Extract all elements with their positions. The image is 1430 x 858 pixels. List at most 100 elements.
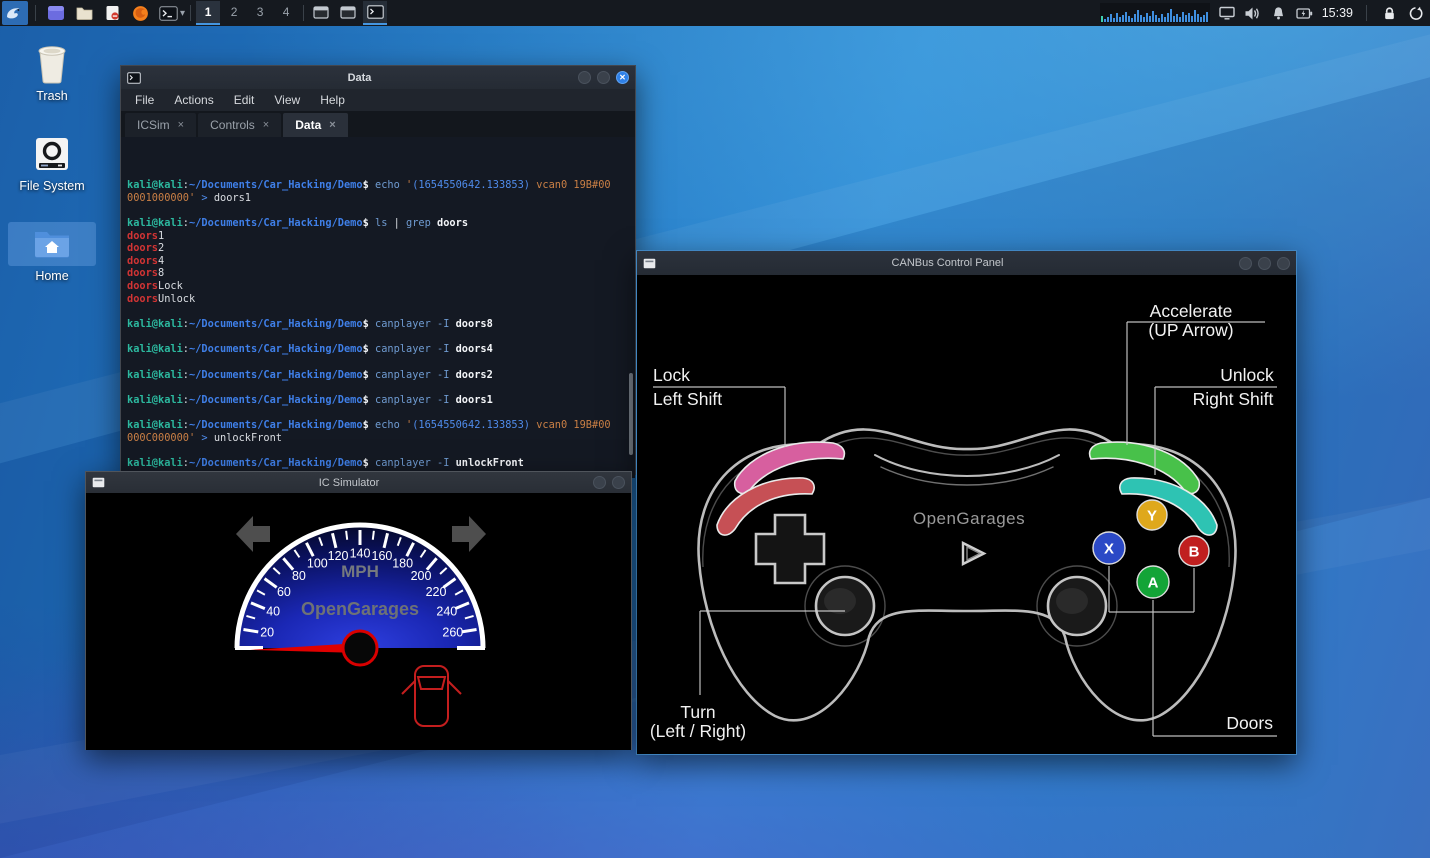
maximize-button[interactable]: [1258, 257, 1271, 270]
taskbar-terminal-button[interactable]: [363, 1, 387, 25]
menu-view[interactable]: View: [274, 93, 300, 107]
terminal-line: kali@kali:~/Documents/Car_Hacking/Demo$ …: [127, 394, 633, 407]
terminal-launcher[interactable]: [155, 1, 181, 25]
separator: [35, 5, 36, 21]
power-manager-battery-icon[interactable]: [1296, 4, 1314, 22]
tab-close-icon[interactable]: ×: [178, 119, 184, 131]
controller-illustration: OpenGarages Y X B A: [637, 275, 1296, 754]
icsim-titlebar[interactable]: IC Simulator: [86, 472, 631, 493]
launcher-area: ▾: [0, 1, 185, 25]
display-icon[interactable]: [1218, 4, 1236, 22]
canbus-brand-label: OpenGarages: [913, 509, 1025, 528]
firefox-icon: [132, 5, 149, 22]
terminal-line: [127, 356, 633, 369]
svg-text:200: 200: [411, 569, 432, 583]
label-left-shift: Left Shift: [653, 389, 722, 409]
workspace-2[interactable]: 2: [222, 1, 246, 25]
close-button[interactable]: ✕: [616, 71, 629, 84]
tab-close-icon[interactable]: ×: [263, 119, 269, 131]
gauge-brand-label: OpenGarages: [301, 599, 419, 619]
canbus-titlebar[interactable]: CANBus Control Panel: [637, 251, 1296, 275]
tab-label: ICSim: [137, 118, 170, 132]
workspace-1[interactable]: 1: [196, 1, 220, 25]
taskbar-window-button[interactable]: [336, 1, 360, 25]
minimize-button[interactable]: [593, 476, 606, 489]
terminal-line: 000C000000' > unlockFront: [127, 432, 633, 445]
app-window-icon: [47, 5, 65, 21]
label-turn: Turn: [680, 702, 715, 722]
svg-text:120: 120: [328, 549, 349, 563]
label-lock: Lock: [653, 365, 690, 385]
tab-data[interactable]: Data ×: [283, 113, 347, 137]
svg-text:60: 60: [277, 585, 291, 599]
terminal-line: kali@kali:~/Documents/Car_Hacking/Demo$ …: [127, 179, 633, 192]
canbus-window-icon: [643, 258, 656, 269]
desktop-icon-trash[interactable]: Trash: [8, 42, 96, 103]
tab-icsim[interactable]: ICSim ×: [125, 113, 196, 137]
log-out-icon[interactable]: [1406, 4, 1424, 22]
text-editor-launcher[interactable]: [99, 1, 125, 25]
minimize-button[interactable]: [1239, 257, 1252, 270]
window-icon: [340, 6, 356, 19]
cpu-graph[interactable]: [1100, 3, 1210, 23]
files-app-launcher[interactable]: [43, 1, 69, 25]
desktop-icon-label: Trash: [8, 89, 96, 103]
face-button-x-label: X: [1104, 540, 1114, 557]
lock-screen-icon[interactable]: [1380, 4, 1398, 22]
terminal-line: [127, 407, 633, 420]
face-button-y-label: Y: [1147, 507, 1157, 524]
door-open-indicator-icon: [402, 666, 461, 726]
firefox-launcher[interactable]: [127, 1, 153, 25]
workspace-4[interactable]: 4: [274, 1, 298, 25]
label-unlock: Unlock: [1220, 365, 1274, 385]
svg-text:20: 20: [260, 626, 274, 640]
menu-file[interactable]: File: [135, 93, 154, 107]
svg-text:160: 160: [372, 549, 393, 563]
terminal-scrollbar[interactable]: [629, 373, 633, 455]
svg-text:240: 240: [436, 604, 457, 618]
terminal-window-icon: [127, 72, 141, 84]
launcher-dropdown-caret[interactable]: ▾: [180, 8, 185, 19]
terminal-line: kali@kali:~/Documents/Car_Hacking/Demo$ …: [127, 318, 633, 331]
terminal-output[interactable]: kali@kali:~/Documents/Car_Hacking/Demo$ …: [121, 137, 635, 478]
canbus-window: CANBus Control Panel: [636, 250, 1297, 755]
file-manager-launcher[interactable]: [71, 1, 97, 25]
top-panel: ▾ 1 2 3 4: [0, 0, 1430, 26]
terminal-line: kali@kali:~/Documents/Car_Hacking/Demo$ …: [127, 457, 633, 470]
desktop-icon-file-system[interactable]: File System: [8, 132, 96, 193]
text-editor-icon: [105, 5, 120, 21]
clock[interactable]: 15:39: [1322, 6, 1353, 20]
terminal-window: Data ✕ File Actions Edit View Help ICSim…: [120, 65, 636, 475]
menu-help[interactable]: Help: [320, 93, 345, 107]
system-tray: 15:39: [1100, 3, 1430, 23]
terminal-line: kali@kali:~/Documents/Car_Hacking/Demo$ …: [127, 419, 633, 432]
notifications-bell-icon[interactable]: [1270, 4, 1288, 22]
menu-actions[interactable]: Actions: [174, 93, 213, 107]
label-accelerate: Accelerate: [1150, 301, 1233, 321]
maximize-button[interactable]: [597, 71, 610, 84]
taskbar-window-button[interactable]: [309, 1, 333, 25]
icsim-canvas: 20406080100120140160180200220240260 MPH …: [86, 493, 631, 750]
close-button[interactable]: [1277, 257, 1290, 270]
label-right-shift: Right Shift: [1193, 389, 1274, 409]
close-button[interactable]: [612, 476, 625, 489]
menu-edit[interactable]: Edit: [234, 93, 255, 107]
minimize-button[interactable]: [578, 71, 591, 84]
right-bumper-bottom-teal[interactable]: [1120, 478, 1217, 535]
terminal-titlebar[interactable]: Data ✕: [121, 66, 635, 89]
dpad[interactable]: [756, 515, 824, 583]
label-doors: Doors: [1226, 713, 1273, 733]
face-button-a-label: A: [1148, 574, 1159, 591]
svg-text:220: 220: [426, 585, 447, 599]
terminal-line: [127, 331, 633, 344]
window-buttons: [309, 1, 387, 25]
desktop-icon-home[interactable]: Home: [8, 222, 96, 283]
workspace-3[interactable]: 3: [248, 1, 272, 25]
volume-icon[interactable]: [1244, 4, 1262, 22]
tab-label: Data: [295, 118, 321, 132]
kali-menu-button[interactable]: [2, 1, 28, 25]
window-icon: [313, 6, 329, 19]
tab-close-icon[interactable]: ×: [329, 119, 335, 131]
tab-controls[interactable]: Controls ×: [198, 113, 281, 137]
window-title: IC Simulator: [105, 477, 593, 489]
